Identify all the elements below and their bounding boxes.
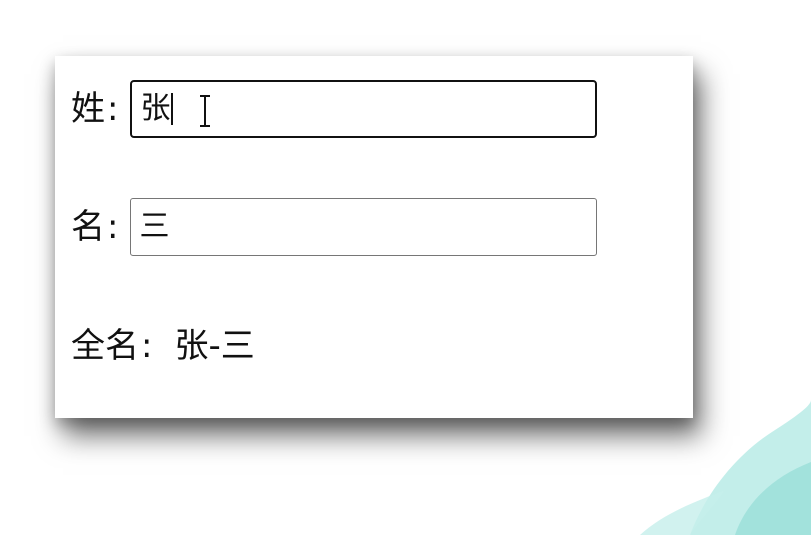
full-name-row: 全名 : 张-三 [71, 326, 255, 366]
text-caret [171, 93, 174, 125]
last-name-input[interactable]: 张 [130, 80, 598, 138]
text-cursor-icon [200, 95, 211, 127]
screenshot-stage: 姓 : 张 名 : 三 全名 : 张-三 [0, 0, 811, 535]
first-name-colon: : [107, 207, 119, 247]
last-name-value: 张 [140, 91, 171, 126]
first-name-row: 名 : 三 [71, 198, 598, 256]
first-name-value: 三 [139, 209, 170, 244]
name-form-card: 姓 : 张 名 : 三 全名 : 张-三 [55, 56, 693, 418]
full-name-value: 张-三 [174, 326, 255, 366]
full-name-label: 全名 [71, 326, 139, 366]
first-name-label: 名 [71, 207, 105, 247]
last-name-row: 姓 : 张 [71, 80, 598, 138]
last-name-label: 姓 [71, 89, 105, 129]
first-name-input[interactable]: 三 [130, 198, 598, 256]
last-name-colon: : [107, 89, 119, 129]
full-name-colon: : [141, 326, 153, 366]
